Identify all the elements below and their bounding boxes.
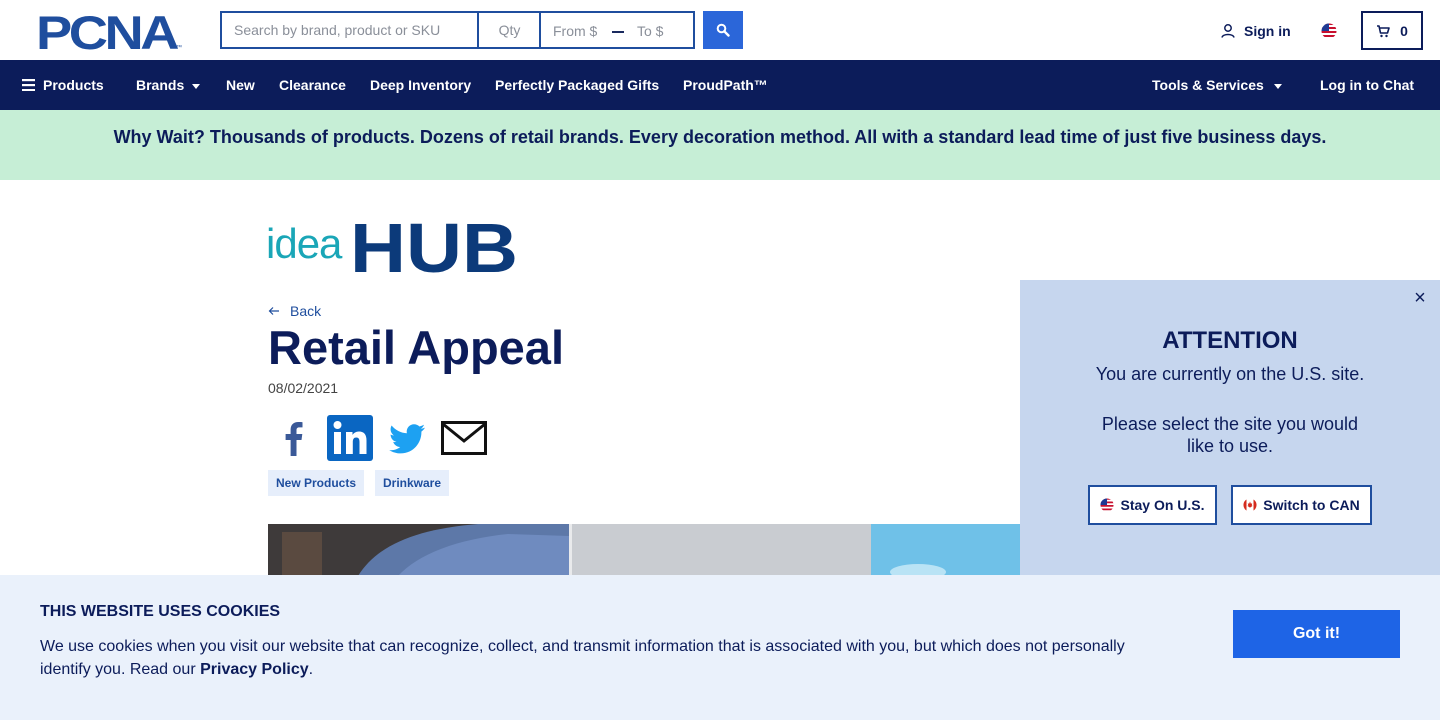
- search-icon: [716, 23, 730, 37]
- cart-count: 0: [1400, 22, 1408, 39]
- tag-drinkware[interactable]: Drinkware: [375, 470, 450, 496]
- nav-tools-label: Tools & Services: [1152, 77, 1264, 93]
- nav-perfectly-packaged-gifts[interactable]: Perfectly Packaged Gifts: [495, 60, 659, 110]
- cookie-text-end: .: [308, 661, 314, 678]
- log-in-to-chat-link[interactable]: Log in to Chat: [1320, 60, 1414, 110]
- tag-new-products[interactable]: New Products: [268, 470, 365, 496]
- linkedin-icon[interactable]: [327, 415, 373, 461]
- switch-to-can-button[interactable]: Switch to CAN: [1231, 485, 1372, 525]
- modal-message-select-site: Please select the site you would like to…: [1101, 414, 1359, 456]
- price-range-field[interactable]: From $ To $: [539, 11, 695, 49]
- price-range-dash: [612, 31, 624, 33]
- sign-in-link[interactable]: Sign in: [1220, 20, 1291, 42]
- stay-on-us-button[interactable]: Stay On U.S.: [1088, 485, 1217, 525]
- email-icon[interactable]: [441, 421, 487, 455]
- ideahub-logo-idea: idea: [266, 220, 343, 267]
- nav-gifts-label: Perfectly Packaged Gifts: [495, 77, 660, 93]
- got-it-button[interactable]: Got it!: [1233, 610, 1400, 658]
- nav-brands[interactable]: Brands: [136, 60, 201, 110]
- ideahub-logo: idea HUB: [266, 214, 518, 274]
- canada-flag-icon: [1243, 498, 1257, 512]
- switch-to-can-label: Switch to CAN: [1263, 497, 1360, 513]
- search-button[interactable]: [703, 11, 743, 49]
- nav-clearance[interactable]: Clearance: [279, 60, 346, 110]
- pcna-logo[interactable]: PCNA ™: [36, 11, 184, 51]
- close-icon[interactable]: ×: [1410, 288, 1430, 308]
- nav-new[interactable]: New: [226, 60, 255, 110]
- back-link[interactable]: Back: [268, 303, 321, 319]
- promo-banner: Why Wait? Thousands of products. Dozens …: [0, 110, 1440, 180]
- menu-icon: [22, 79, 35, 92]
- modal-message-current-site: You are currently on the U.S. site.: [1095, 364, 1365, 384]
- search-input[interactable]: [220, 11, 478, 49]
- svg-text:™: ™: [176, 44, 182, 51]
- cookie-banner: THIS WEBSITE USES COOKIES We use cookies…: [0, 575, 1440, 720]
- privacy-policy-link[interactable]: Privacy Policy: [200, 661, 309, 678]
- sign-in-label: Sign in: [1244, 23, 1291, 39]
- qty-input[interactable]: [477, 11, 540, 49]
- nav-proudpath[interactable]: ProudPath™: [683, 60, 768, 110]
- nav-new-label: New: [226, 77, 255, 93]
- nav-deep-inventory[interactable]: Deep Inventory: [370, 60, 471, 110]
- site-selection-modal: × ATTENTION You are currently on the U.S…: [1020, 280, 1440, 576]
- chevron-down-icon: [1273, 83, 1282, 89]
- main-nav: Products Brands New Clearance Deep Inven…: [0, 60, 1440, 110]
- nav-products[interactable]: Products: [22, 60, 104, 110]
- user-icon: [1221, 24, 1235, 38]
- cookie-text: We use cookies when you visit our websit…: [40, 635, 1160, 681]
- chat-label: Log in to Chat: [1320, 77, 1415, 93]
- ideahub-logo-hub: HUB: [350, 214, 518, 274]
- arrow-left-icon: [268, 307, 279, 315]
- nav-clearance-label: Clearance: [279, 77, 346, 93]
- cart-button[interactable]: 0: [1361, 11, 1423, 50]
- back-label: Back: [290, 303, 322, 319]
- twitter-icon[interactable]: [388, 424, 426, 454]
- promo-text: Why Wait? Thousands of products. Dozens …: [113, 127, 1327, 147]
- price-from-placeholder[interactable]: From $: [553, 23, 597, 39]
- cart-icon: [1377, 24, 1390, 37]
- cookie-title: THIS WEBSITE USES COOKIES: [40, 603, 281, 620]
- nav-tools-services[interactable]: Tools & Services: [1152, 60, 1282, 110]
- logo-text: PCNA: [36, 11, 178, 51]
- chevron-down-icon: [192, 83, 201, 89]
- article-title: Retail Appeal: [268, 321, 564, 374]
- nav-deep-inventory-label: Deep Inventory: [370, 77, 472, 93]
- modal-title: ATTENTION: [1162, 327, 1298, 354]
- top-header: PCNA ™ From $ To $ Sign in: [0, 0, 1440, 60]
- us-flag-icon: [1100, 498, 1115, 512]
- article-date: 08/02/2021: [268, 380, 339, 396]
- stay-on-us-label: Stay On U.S.: [1120, 497, 1205, 513]
- nav-proudpath-label: ProudPath™: [683, 77, 768, 93]
- nav-products-label: Products: [43, 77, 104, 93]
- price-to-placeholder[interactable]: To $: [637, 23, 663, 39]
- nav-brands-label: Brands: [136, 77, 185, 93]
- us-flag-icon[interactable]: [1321, 23, 1337, 39]
- facebook-icon[interactable]: [280, 420, 306, 456]
